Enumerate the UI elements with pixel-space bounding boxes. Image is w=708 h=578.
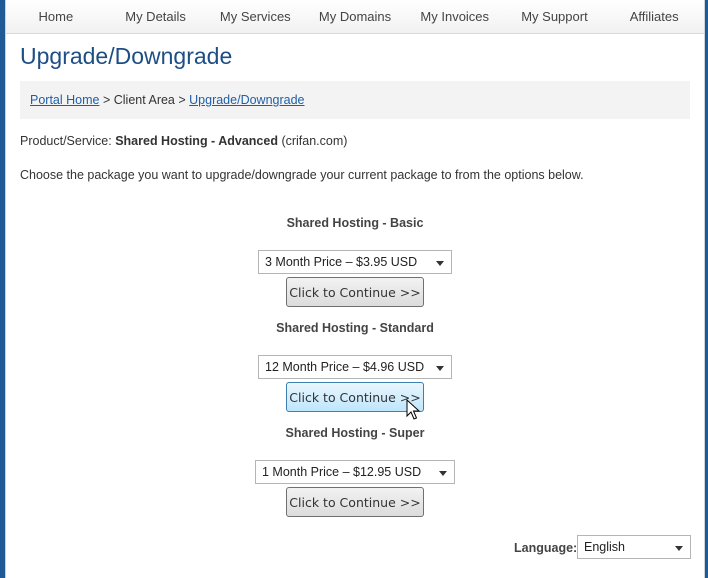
product-service-line: Product/Service: Shared Hosting - Advanc… (20, 134, 347, 148)
breadcrumb-separator: > (174, 93, 190, 107)
breadcrumb-current-link[interactable]: Upgrade/Downgrade (189, 93, 304, 107)
billing-cycle-value: 3 Month Price – $3.95 USD (265, 255, 418, 269)
continue-button-basic[interactable]: Click to Continue >> (286, 277, 424, 307)
continue-button-super[interactable]: Click to Continue >> (286, 487, 424, 517)
page-container: Home My Details My Services My Domains M… (5, 0, 705, 578)
chevron-down-icon (436, 261, 444, 266)
billing-cycle-select-super[interactable]: 1 Month Price – $12.95 USD (255, 460, 455, 484)
language-value: English (584, 540, 625, 554)
billing-cycle-select-basic[interactable]: 3 Month Price – $3.95 USD (258, 250, 452, 274)
product-name: Shared Hosting - Advanced (115, 134, 278, 148)
package-name-standard: Shared Hosting - Standard (276, 321, 434, 335)
breadcrumb-portal-home-link[interactable]: Portal Home (30, 93, 99, 107)
page-title: Upgrade/Downgrade (20, 43, 233, 69)
breadcrumb-separator: > (99, 93, 114, 107)
top-navigation: Home My Details My Services My Domains M… (6, 0, 704, 34)
billing-cycle-select-standard[interactable]: 12 Month Price – $4.96 USD (258, 355, 452, 379)
nav-affiliates[interactable]: Affiliates (604, 9, 704, 24)
nav-home[interactable]: Home (6, 9, 106, 24)
nav-my-domains[interactable]: My Domains (305, 9, 405, 24)
billing-cycle-value: 1 Month Price – $12.95 USD (262, 465, 422, 479)
nav-my-services[interactable]: My Services (205, 9, 305, 24)
breadcrumb-client-area: Client Area (113, 93, 175, 107)
language-select[interactable]: English (577, 535, 691, 559)
chevron-down-icon (436, 366, 444, 371)
breadcrumb: Portal Home > Client Area > Upgrade/Down… (20, 81, 690, 119)
product-label: Product/Service: (20, 134, 112, 148)
nav-my-support[interactable]: My Support (505, 9, 605, 24)
chevron-down-icon (675, 546, 683, 551)
product-domain: (crifan.com) (281, 134, 348, 148)
continue-button-standard[interactable]: Click to Continue >> (286, 382, 424, 412)
package-name-super: Shared Hosting - Super (285, 426, 425, 440)
nav-my-invoices[interactable]: My Invoices (405, 9, 505, 24)
package-name-basic: Shared Hosting - Basic (286, 216, 424, 230)
chevron-down-icon (439, 471, 447, 476)
instructions-text: Choose the package you want to upgrade/d… (20, 168, 584, 182)
billing-cycle-value: 12 Month Price – $4.96 USD (265, 360, 425, 374)
nav-my-details[interactable]: My Details (106, 9, 206, 24)
mouse-pointer-icon (406, 399, 420, 420)
language-label: Language: (514, 541, 578, 555)
